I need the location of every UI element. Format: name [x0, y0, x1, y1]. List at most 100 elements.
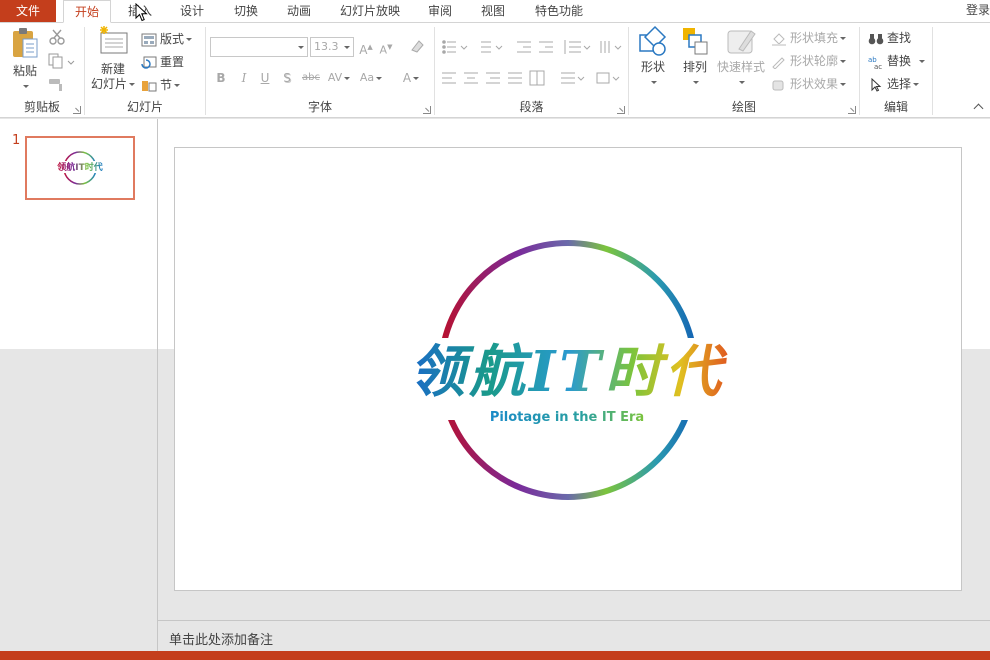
shape-fill-button[interactable]: 形状填充 [771, 28, 847, 48]
slide-title-cn: 领航IT时代 [409, 339, 728, 405]
tab-slideshow[interactable]: 幻灯片放映 [333, 0, 407, 22]
character-spacing-button[interactable]: AV [324, 69, 354, 87]
group-font: 13.3 A▲ A▼ B I U S abc AV Aa A 字体 [206, 23, 434, 118]
paragraph-row1-icons [442, 40, 622, 54]
layout-button[interactable]: 版式 [141, 29, 193, 49]
group-label-slides: 幻灯片 [126, 100, 163, 114]
clear-formatting-icon[interactable] [408, 38, 426, 56]
group-label-editing: 编辑 [883, 100, 908, 114]
tab-file[interactable]: 文件 [0, 0, 56, 22]
reset-button[interactable]: 重置 [141, 52, 184, 72]
chevron-down-icon [693, 81, 699, 84]
login-link[interactable]: 登录 [966, 0, 990, 22]
reset-label: 重置 [160, 55, 185, 69]
shapes-button[interactable]: 形状 [633, 25, 673, 90]
paste-icon [13, 28, 38, 58]
text-shadow-button[interactable]: S [280, 69, 294, 87]
section-icon [142, 80, 157, 91]
tab-special-features[interactable]: 特色功能 [528, 0, 590, 22]
arrange-button[interactable]: 排列 [675, 25, 715, 90]
section-button[interactable]: 节 [141, 75, 181, 95]
thumbnail-logo-image: 领航IT时代 [57, 151, 103, 185]
slide-number: 1 [12, 133, 21, 148]
slide-logo: 领航IT时代 Pilotage in the IT Era [405, 240, 735, 500]
arrange-label: 排列 [682, 60, 707, 74]
mouse-cursor-icon [135, 3, 148, 22]
paint-bucket-icon [772, 32, 786, 46]
underline-button[interactable]: U [258, 69, 272, 87]
slide-canvas[interactable]: 领航IT时代 Pilotage in the IT Era [174, 147, 962, 591]
select-arrow-icon [871, 77, 882, 92]
font-size-value: 13.3 [314, 40, 339, 53]
paragraph-row2-icons [442, 70, 620, 86]
dialog-launcher-icon[interactable] [848, 106, 856, 114]
chevron-down-icon [919, 60, 926, 63]
tab-home[interactable]: 开始 [63, 0, 111, 23]
increase-font-size-button[interactable]: A▲ [358, 38, 374, 57]
paste-label: 粘贴 [12, 64, 37, 78]
chevron-down-icon [186, 38, 193, 41]
font-name-combo[interactable] [210, 37, 308, 57]
slide-thumbnail[interactable]: 领航IT时代 [25, 136, 135, 200]
select-button[interactable]: 选择 [868, 74, 920, 94]
effects-icon [772, 80, 784, 90]
shape-outline-label: 形状轮廓 [790, 54, 839, 68]
replace-label: 替换 [887, 54, 912, 68]
pen-icon [772, 56, 785, 69]
layout-label: 版式 [160, 32, 185, 46]
thumbnail-pane-empty-area [0, 349, 157, 651]
group-editing: 查找 ab ac 替换 选择 编辑 [860, 23, 932, 118]
new-slide-icon [100, 26, 128, 54]
tab-transitions[interactable]: 切换 [224, 0, 268, 22]
format-painter-icon[interactable] [48, 77, 66, 93]
new-slide-label-2: 幻灯片 [90, 77, 127, 91]
group-clipboard: 粘贴 剪贴板 [0, 23, 84, 118]
ribbon: 粘贴 剪贴板 新建 幻灯片 版式 重置 节 幻灯片 13.3 A▲ A▼ B I… [0, 22, 990, 118]
quick-styles-label: 快速样式 [716, 60, 765, 74]
find-label: 查找 [887, 31, 912, 45]
change-case-button[interactable]: Aa [356, 69, 386, 87]
tab-design[interactable]: 设计 [170, 0, 214, 22]
notes-pane[interactable]: 单击此处添加备注 [158, 620, 990, 651]
divider [932, 27, 933, 115]
slide-subtitle-en: Pilotage in the IT Era [490, 410, 644, 425]
shapes-icon [639, 25, 667, 56]
dialog-launcher-icon[interactable] [617, 106, 625, 114]
shape-effects-button[interactable]: 形状效果 [771, 74, 847, 94]
chevron-down-icon [840, 37, 847, 40]
copy-icon[interactable] [48, 53, 76, 69]
chevron-down-icon [174, 84, 181, 87]
dialog-launcher-icon[interactable] [423, 106, 431, 114]
reset-icon [141, 56, 157, 69]
chevron-down-icon [298, 46, 304, 49]
chevron-down-icon [840, 60, 847, 63]
status-bar [0, 651, 990, 660]
cut-icon[interactable] [48, 29, 66, 45]
dialog-launcher-icon[interactable] [73, 106, 81, 114]
group-label-font: 字体 [307, 100, 332, 114]
font-size-combo[interactable]: 13.3 [310, 37, 354, 57]
new-slide-button[interactable]: 新建 幻灯片 [89, 25, 137, 92]
italic-button[interactable]: I [237, 69, 251, 87]
layout-icon [141, 33, 157, 46]
bold-button[interactable]: B [214, 69, 228, 87]
chevron-down-icon [344, 46, 350, 49]
quick-styles-button[interactable]: 快速样式 [715, 25, 767, 90]
decrease-font-size-button[interactable]: A▼ [378, 38, 394, 57]
binoculars-icon [868, 33, 884, 44]
collapse-ribbon-icon[interactable] [973, 103, 984, 114]
chevron-down-icon [23, 85, 29, 88]
group-paragraph: 段落 [435, 23, 628, 118]
tab-view[interactable]: 视图 [472, 0, 514, 22]
new-slide-label: 新建 [100, 62, 125, 76]
shape-outline-button[interactable]: 形状轮廓 [771, 51, 847, 71]
replace-button[interactable]: ab ac 替换 [868, 51, 926, 71]
font-color-button[interactable]: A [398, 69, 424, 87]
shapes-label: 形状 [640, 60, 665, 74]
arrange-icon [683, 28, 708, 55]
strikethrough-button[interactable]: abc [300, 69, 322, 87]
tab-animations[interactable]: 动画 [277, 0, 321, 22]
tab-review[interactable]: 审阅 [420, 0, 460, 22]
paste-button[interactable]: 粘贴 [6, 25, 44, 94]
find-button[interactable]: 查找 [868, 28, 911, 48]
